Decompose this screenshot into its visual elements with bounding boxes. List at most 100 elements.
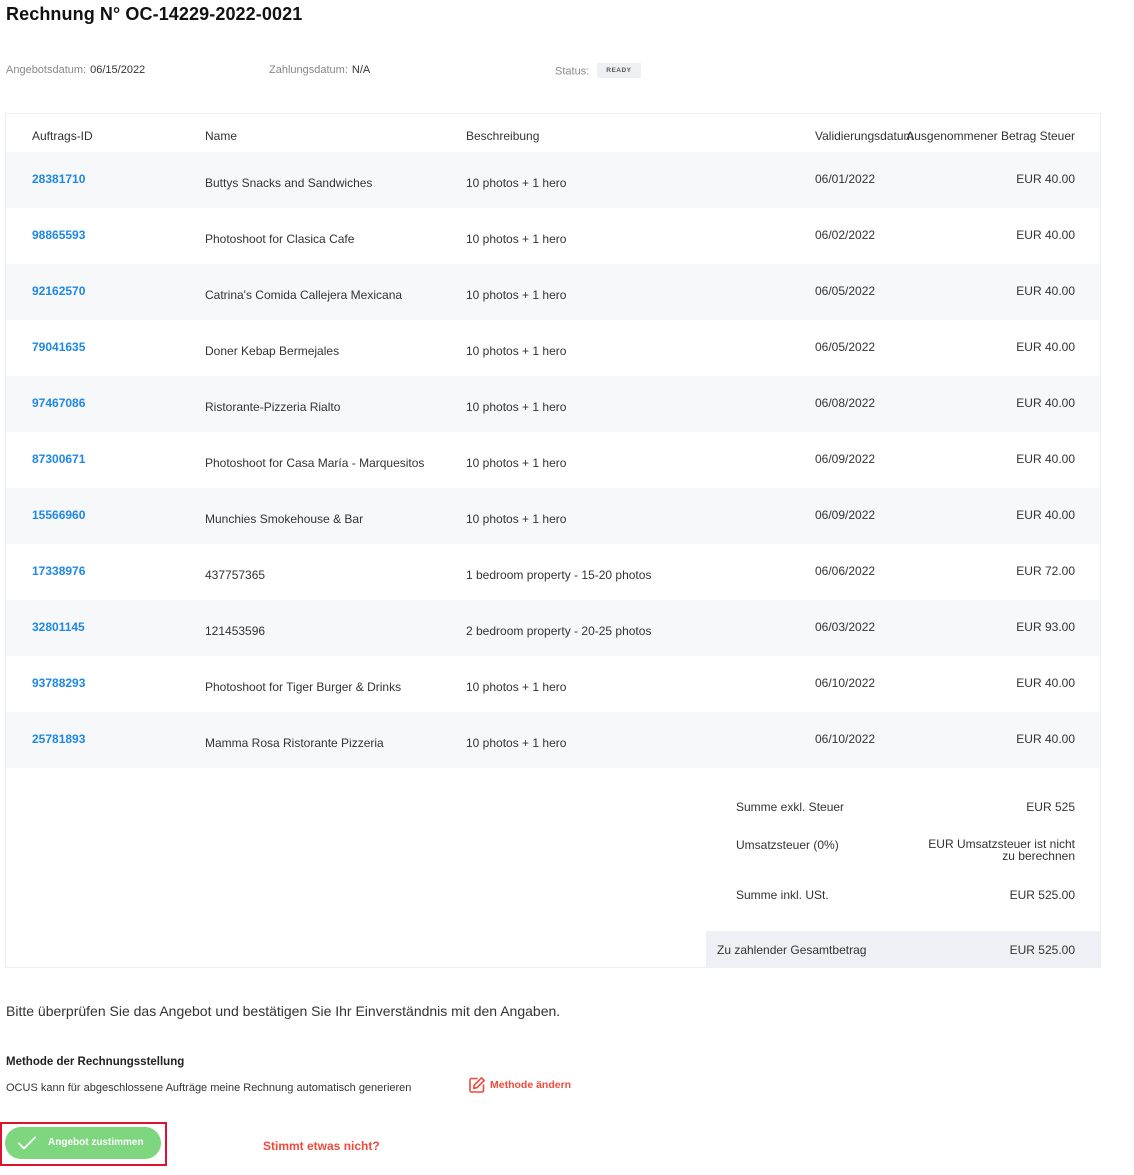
table-row: 97467086 Ristorante-Pizzeria Rialto 10 p… [6, 376, 1100, 432]
subtotal-label: Summe exkl. Steuer [736, 800, 845, 814]
offer-date-label: Angebotsdatum: [6, 64, 87, 76]
order-description: 2 bedroom property - 20-25 photos [466, 624, 652, 638]
order-amount: EUR 93.00 [1016, 620, 1075, 634]
total-incl-label: Summe inkl. USt. [736, 888, 829, 902]
order-amount: EUR 40.00 [1016, 732, 1075, 746]
order-id-link[interactable]: 97467086 [32, 396, 85, 410]
order-name: 437757365 [205, 568, 266, 582]
order-name: Mamma Rosa Ristorante Pizzeria [205, 736, 384, 750]
table-row: 87300671 Photoshoot for Casa María - Mar… [6, 432, 1100, 488]
table-row: 79041635 Doner Kebap Bermejales 10 photo… [6, 320, 1100, 376]
report-problem-link[interactable]: Stimmt etwas nicht? [263, 1139, 380, 1153]
order-amount: EUR 72.00 [1016, 564, 1075, 578]
payable-value: EUR 525.00 [1009, 943, 1075, 957]
order-name: Munchies Smokehouse & Bar [205, 512, 364, 526]
status-label: Status: [555, 65, 590, 78]
order-amount: EUR 40.00 [1016, 228, 1075, 242]
order-date: 06/06/2022 [815, 564, 876, 578]
table-row: 15566960 Munchies Smokehouse & Bar 10 ph… [6, 488, 1100, 544]
vat-value-line-2: zu berechnen [1002, 849, 1075, 863]
order-description: 10 photos + 1 hero [466, 456, 567, 470]
order-id-link[interactable]: 87300671 [32, 452, 85, 466]
subtotal-value: EUR 525 [1026, 800, 1075, 814]
order-id-link[interactable]: 79041635 [32, 340, 85, 354]
order-description: 10 photos + 1 hero [466, 400, 567, 414]
vat-value: EUR Umsatzsteuer ist nicht zu berechnen [928, 838, 1075, 862]
order-description: 10 photos + 1 hero [466, 736, 567, 750]
order-amount: EUR 40.00 [1016, 172, 1075, 186]
order-amount: EUR 40.00 [1016, 340, 1075, 354]
order-name: Photoshoot for Clasica Cafe [205, 232, 355, 246]
order-name: Catrina's Comida Callejera Mexicana [205, 288, 403, 302]
order-id-link[interactable]: 98865593 [32, 228, 85, 242]
order-name: Doner Kebap Bermejales [205, 344, 340, 358]
order-date: 06/10/2022 [815, 732, 876, 746]
page-title: Rechnung N° OC-14229-2022-0021 [6, 4, 303, 24]
review-notice: Bitte überprüfen Sie das Angebot und bes… [6, 1003, 561, 1019]
payment-date-label: Zahlungsdatum: [269, 64, 348, 76]
column-header-description: Beschreibung [466, 129, 540, 143]
order-description: 1 bedroom property - 15-20 photos [466, 568, 652, 582]
order-amount: EUR 40.00 [1016, 284, 1075, 298]
orders-table: Auftrags-ID Name Beschreibung Validierun… [5, 113, 1101, 968]
order-id-link[interactable]: 15566960 [32, 508, 85, 522]
order-id-link[interactable]: 92162570 [32, 284, 85, 298]
order-date: 06/05/2022 [815, 284, 876, 298]
order-id-link[interactable]: 17338976 [32, 564, 85, 578]
order-description: 10 photos + 1 hero [466, 344, 567, 358]
order-id-link[interactable]: 32801145 [32, 620, 85, 634]
order-date: 06/01/2022 [815, 172, 876, 186]
table-row: 98865593 Photoshoot for Clasica Cafe 10 … [6, 208, 1100, 264]
order-date: 06/08/2022 [815, 396, 876, 410]
payment-date-value: N/A [351, 64, 371, 76]
status: Status: READY [555, 63, 641, 79]
order-amount: EUR 40.00 [1016, 396, 1075, 410]
column-header-tax-exempt-amount: Ausgenommener Betrag Steuer [906, 129, 1075, 143]
table-row: 92162570 Catrina's Comida Callejera Mexi… [6, 264, 1100, 320]
order-description: 10 photos + 1 hero [466, 176, 567, 190]
order-description: 10 photos + 1 hero [466, 288, 567, 302]
order-name: Photoshoot for Casa María - Marquesitos [205, 456, 425, 470]
edit-icon [469, 1077, 485, 1093]
billing-method-description: OCUS kann für abgeschlossene Aufträge me… [6, 1082, 412, 1094]
order-amount: EUR 40.00 [1016, 676, 1075, 690]
table-row: 28381710 Buttys Snacks and Sandwiches 10… [6, 152, 1100, 208]
change-method-link[interactable]: Methode ändern [468, 1076, 571, 1094]
payable-total-row: Zu zahlender Gesamtbetrag EUR 525.00 [706, 931, 1100, 968]
order-amount: EUR 40.00 [1016, 452, 1075, 466]
offer-date-value: 06/15/2022 [90, 64, 146, 76]
table-row: 32801145 121453596 2 bedroom property - … [6, 600, 1100, 656]
total-incl-value: EUR 525.00 [1009, 888, 1075, 902]
column-header-validation-date: Validierungsdatum [815, 129, 914, 143]
payable-label: Zu zahlender Gesamtbetrag [717, 943, 867, 957]
accept-offer-label: Angebot zustimmen [48, 1137, 144, 1148]
status-badge: READY [597, 63, 641, 78]
order-date: 06/09/2022 [815, 508, 876, 522]
order-name: Ristorante-Pizzeria Rialto [205, 400, 341, 414]
billing-method-title: Methode der Rechnungsstellung [6, 1056, 185, 1068]
checkmark-icon [18, 1136, 36, 1150]
change-method-label: Methode ändern [490, 1078, 572, 1091]
table-row: 17338976 437757365 1 bedroom property - … [6, 544, 1100, 600]
vat-label: Umsatzsteuer (0%) [736, 838, 839, 852]
order-description: 10 photos + 1 hero [466, 232, 567, 246]
order-name: Buttys Snacks and Sandwiches [205, 176, 373, 190]
column-header-order-id: Auftrags-ID [32, 129, 93, 143]
order-id-link[interactable]: 28381710 [32, 172, 85, 186]
order-description: 10 photos + 1 hero [466, 512, 567, 526]
order-name: 121453596 [205, 624, 266, 638]
order-date: 06/02/2022 [815, 228, 876, 242]
order-name: Photoshoot for Tiger Burger & Drinks [205, 680, 402, 694]
offer-date: Angebotsdatum: 06/15/2022 [6, 64, 145, 76]
column-header-name: Name [205, 129, 238, 143]
order-date: 06/05/2022 [815, 340, 876, 354]
table-row: 93788293 Photoshoot for Tiger Burger & D… [6, 656, 1100, 712]
accept-offer-button[interactable]: Angebot zustimmen [5, 1127, 161, 1159]
payment-date: Zahlungsdatum: N/A [269, 64, 370, 76]
order-description: 10 photos + 1 hero [466, 680, 567, 694]
order-date: 06/09/2022 [815, 452, 876, 466]
order-id-link[interactable]: 93788293 [32, 676, 85, 690]
table-row: 25781893 Mamma Rosa Ristorante Pizzeria … [6, 712, 1100, 768]
order-id-link[interactable]: 25781893 [32, 732, 85, 746]
order-date: 06/10/2022 [815, 676, 876, 690]
